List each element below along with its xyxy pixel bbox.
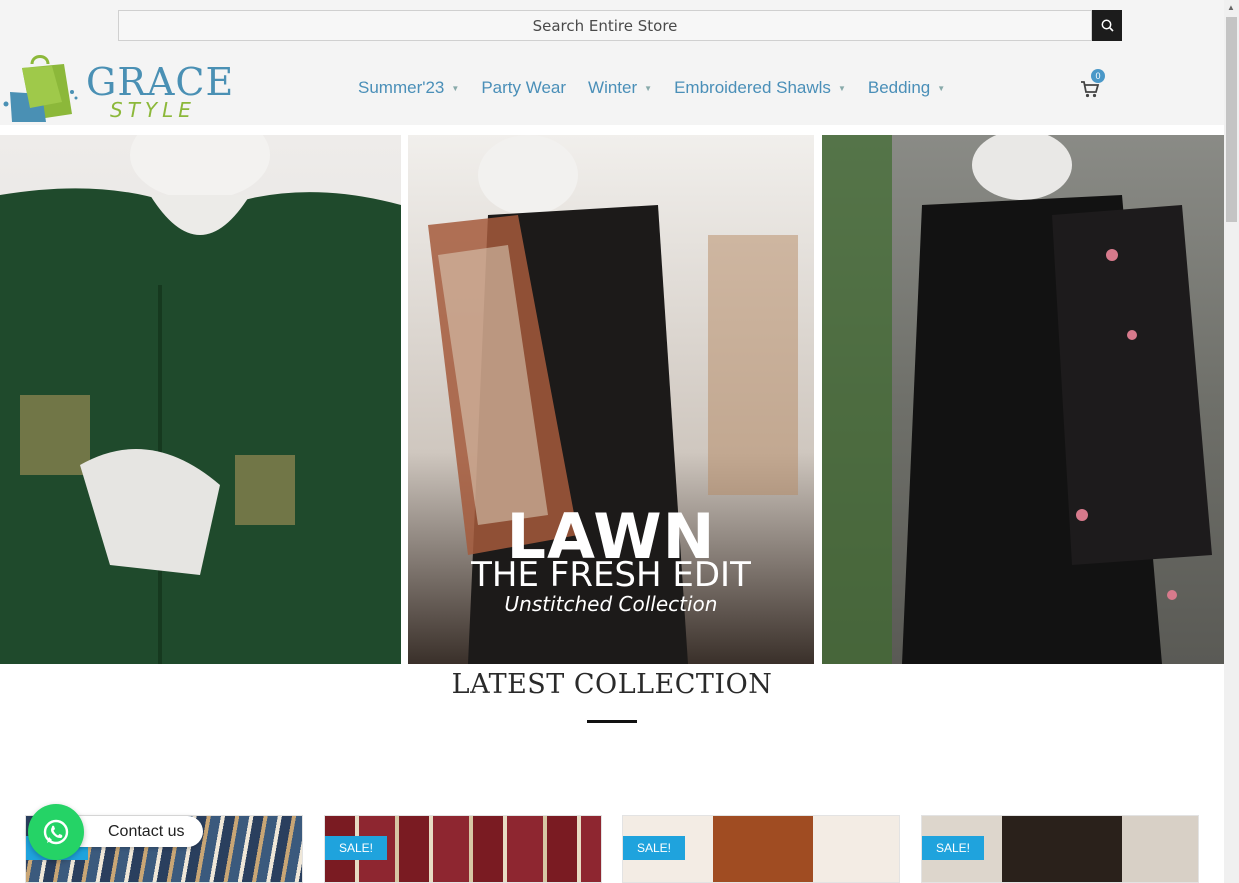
sale-badge: SALE! [922,836,984,860]
black-suit-illustration [822,135,1212,664]
banner-image-black-embroidered [822,135,1224,664]
sale-badge: SALE! [325,836,387,860]
section-title-latest-collection: LATEST COLLECTION [451,669,773,700]
search-bar [118,10,1122,41]
nav-item-embroidered-shawls[interactable]: Embroidered Shawls ▼ [674,76,846,100]
scroll-up-arrow-icon[interactable]: ▲ [1227,3,1235,12]
nav-label: Embroidered Shawls [674,78,831,97]
main-nav: Summer'23 ▼ Party Wear Winter ▼ Embroidere… [358,76,967,100]
title-underline [587,720,637,723]
search-icon [1101,19,1114,32]
search-input[interactable] [118,10,1092,41]
whatsapp-icon [43,819,69,845]
green-suit-illustration [0,135,401,664]
product-card[interactable]: SALE! [622,815,900,883]
nav-label: Winter [588,78,638,97]
caret-down-icon: ▼ [937,83,946,93]
banner-tagline: Unstitched Collection [504,592,718,616]
caret-down-icon: ▼ [644,83,653,93]
shopping-bag-logo-icon [3,55,78,122]
whatsapp-button[interactable] [28,804,84,860]
logo-text-style: STYLE [110,98,196,122]
whatsapp-contact-label[interactable]: Contact us [108,823,184,841]
nav-item-bedding[interactable]: Bedding ▼ [868,76,945,100]
nav-label: Summer'23 [358,78,445,97]
caret-down-icon: ▼ [837,83,846,93]
site-logo[interactable]: GRACE STYLE [2,52,233,126]
banner-image-green-suit [0,135,401,664]
nav-item-winter[interactable]: Winter ▼ [588,76,652,100]
site-header: GRACE STYLE Summer'23 ▼ Party Wear Winter… [0,0,1224,125]
nav-label: Bedding [867,78,931,97]
nav-item-party-wear[interactable]: Party Wear [481,76,566,100]
nav-item-summer23[interactable]: Summer'23 ▼ [358,76,459,100]
search-button[interactable] [1092,10,1122,41]
hero-banner[interactable]: LAWN THE FRESH EDIT Unstitched Collectio… [0,135,1224,664]
product-card[interactable]: SALE! [324,815,602,883]
nav-label: Party Wear [481,78,567,97]
caret-down-icon: ▼ [451,83,460,93]
cart-count-badge: 0 [1091,69,1105,83]
scrollbar-thumb[interactable] [1226,17,1237,222]
banner-subheadline: THE FRESH EDIT [471,555,751,595]
banner-image-lawn-black: LAWN THE FRESH EDIT Unstitched Collectio… [408,135,814,664]
product-card[interactable]: SALE! [921,815,1199,883]
sale-badge: SALE! [623,836,685,860]
